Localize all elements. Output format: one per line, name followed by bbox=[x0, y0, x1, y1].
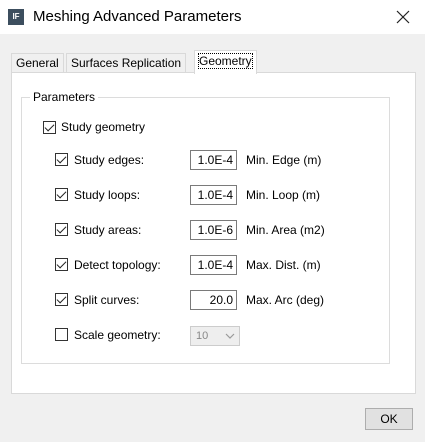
split-curves-checkbox[interactable] bbox=[55, 293, 68, 306]
study-loops-label: Study loops: bbox=[74, 188, 141, 202]
tab-label: Surfaces Replication bbox=[71, 56, 182, 70]
study-loops-checkbox[interactable] bbox=[55, 188, 68, 201]
min-loop-input[interactable]: 1.0E-4 bbox=[190, 185, 237, 205]
min-edge-unit-label: Min. Edge (m) bbox=[246, 153, 322, 167]
close-button[interactable] bbox=[389, 4, 417, 30]
chevron-down-icon bbox=[225, 333, 235, 339]
parameters-group-label: Parameters bbox=[30, 90, 99, 104]
min-edge-input[interactable]: 1.0E-4 bbox=[190, 150, 237, 170]
min-loop-unit-label: Min. Loop (m) bbox=[246, 188, 321, 202]
app-icon: IF bbox=[8, 9, 24, 25]
tab-label: Geometry bbox=[198, 53, 253, 69]
max-arc-unit-label: Max. Arc (deg) bbox=[246, 293, 325, 307]
min-area-input[interactable]: 1.0E-6 bbox=[190, 220, 237, 240]
scale-geometry-label: Scale geometry: bbox=[74, 328, 161, 342]
window-title: Meshing Advanced Parameters bbox=[33, 8, 242, 25]
study-geometry-label: Study geometry bbox=[61, 120, 146, 134]
detect-topology-checkbox[interactable] bbox=[55, 258, 68, 271]
max-dist-input[interactable]: 1.0E-4 bbox=[190, 255, 237, 275]
study-edges-label: Study edges: bbox=[74, 153, 145, 167]
detect-topology-label: Detect topology: bbox=[74, 258, 161, 272]
tab-label: General bbox=[16, 56, 59, 70]
min-area-unit-label: Min. Area (m2) bbox=[246, 223, 325, 237]
tab-geometry[interactable]: Geometry bbox=[194, 50, 257, 74]
max-arc-input[interactable]: 20.0 bbox=[190, 290, 237, 310]
max-dist-unit-label: Max. Dist. (m) bbox=[246, 258, 321, 272]
study-areas-checkbox[interactable] bbox=[55, 223, 68, 236]
study-areas-label: Study areas: bbox=[74, 223, 142, 237]
scale-geometry-checkbox[interactable] bbox=[55, 328, 68, 341]
close-icon bbox=[396, 10, 410, 24]
split-curves-label: Split curves: bbox=[74, 293, 140, 307]
scale-geometry-value: 10 bbox=[196, 330, 209, 342]
ok-button[interactable]: OK bbox=[365, 408, 413, 430]
scale-geometry-select: 10 bbox=[190, 326, 240, 346]
study-geometry-checkbox[interactable] bbox=[43, 121, 56, 134]
tab-general[interactable]: General bbox=[11, 53, 64, 73]
title-bar: IF Meshing Advanced Parameters bbox=[0, 0, 425, 34]
tab-surfaces-replication[interactable]: Surfaces Replication bbox=[66, 53, 187, 73]
study-edges-checkbox[interactable] bbox=[55, 153, 68, 166]
